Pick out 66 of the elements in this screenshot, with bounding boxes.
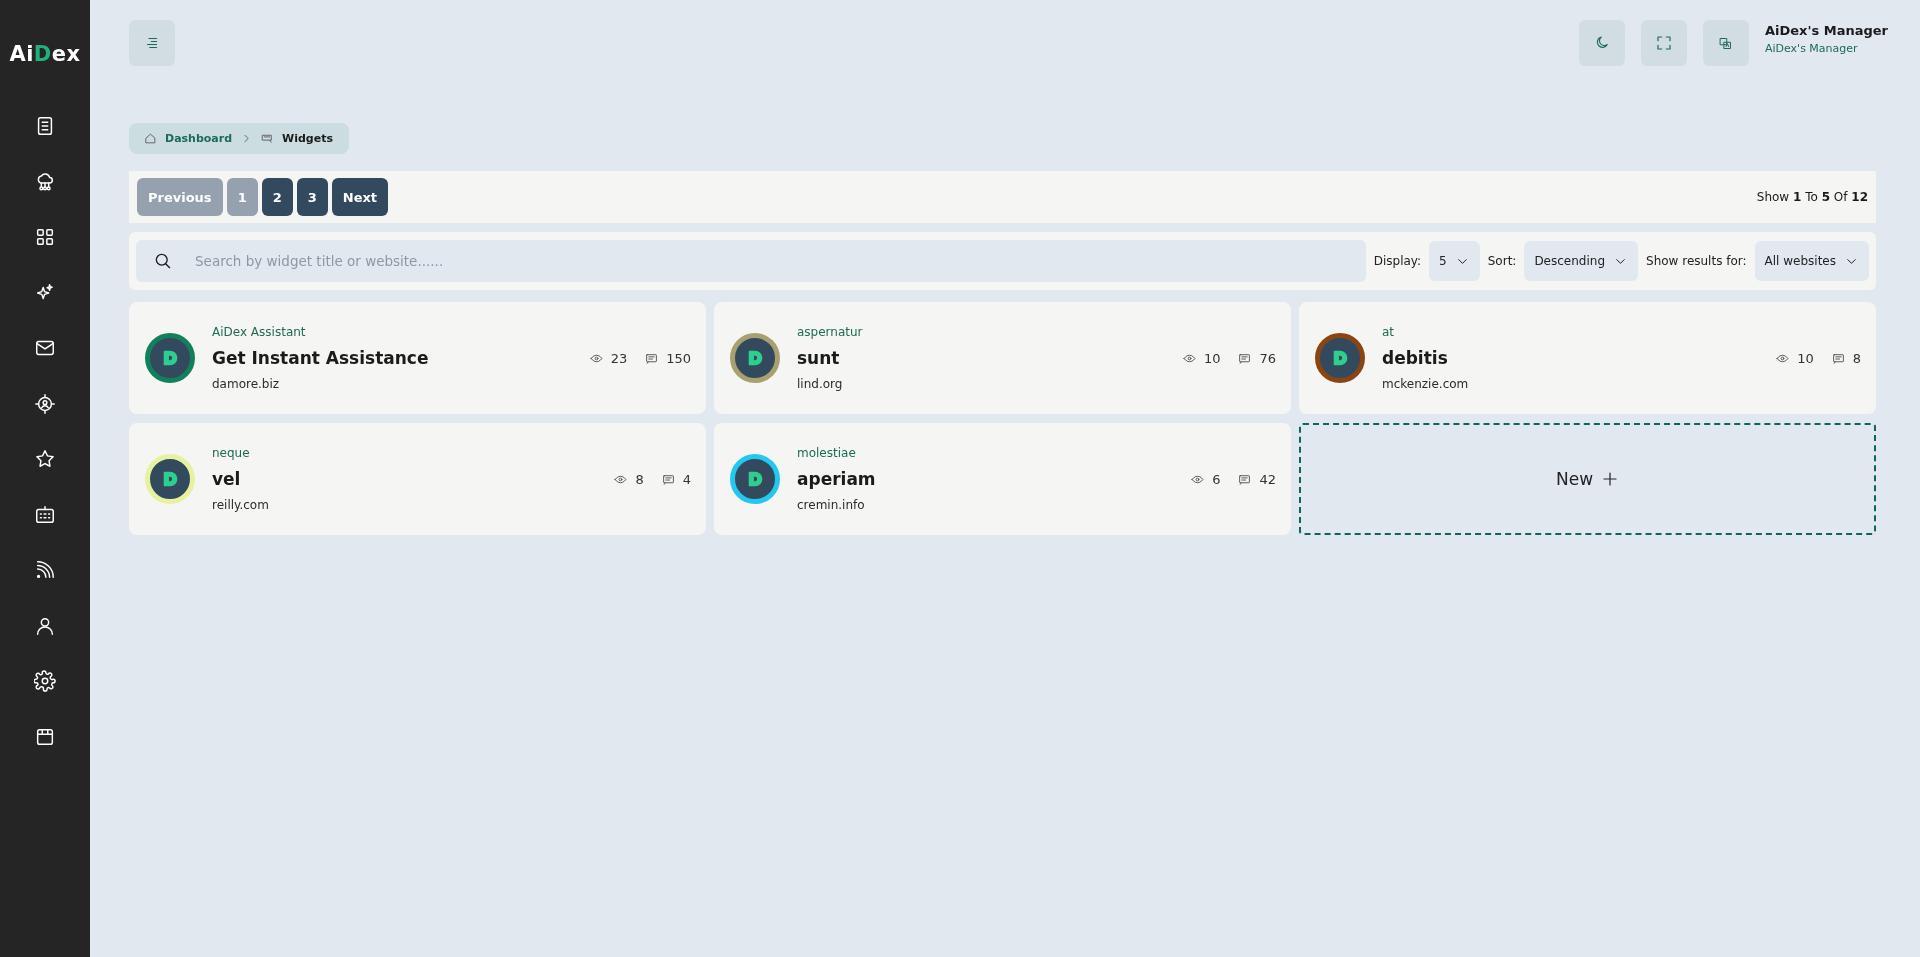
theme-toggle-button[interactable] xyxy=(1578,20,1625,66)
user-role: AiDex's Manager xyxy=(1764,42,1859,55)
comment-icon xyxy=(661,472,675,486)
widget-website: reilly.com xyxy=(212,498,270,512)
widget-category: molestiae xyxy=(797,446,857,460)
filter-label: Display: xyxy=(1373,254,1422,268)
sort-dropdown[interactable]: Descending xyxy=(1524,241,1638,281)
views-count: 10 xyxy=(1797,350,1814,366)
comment-icon xyxy=(1831,351,1845,365)
widget-category: aspernatur xyxy=(797,325,864,339)
comments-count: 76 xyxy=(1259,350,1276,366)
filter-label: Sort: xyxy=(1487,254,1517,268)
widget-title[interactable]: aperiam xyxy=(797,469,1174,489)
widget-title[interactable]: debitis xyxy=(1382,348,1759,368)
views-count: 6 xyxy=(1212,471,1221,487)
widget-card[interactable]: molestiae aperiam cremin.info 6 42 xyxy=(714,423,1291,535)
views-count: 10 xyxy=(1203,350,1221,366)
page-button[interactable]: 2 xyxy=(261,178,293,216)
comment-icon xyxy=(1238,472,1252,486)
language-button[interactable] xyxy=(1702,20,1749,66)
breadcrumb-current: Widgets xyxy=(282,132,333,145)
widget-icon xyxy=(261,132,275,145)
comments-count: 8 xyxy=(1852,350,1861,366)
breadcrumb-link[interactable]: Dashboard xyxy=(165,132,233,145)
widget-title[interactable]: sunt xyxy=(797,348,1165,368)
calendar-icon xyxy=(34,503,56,526)
widget-card[interactable]: neque vel reilly.com 8 4 xyxy=(129,423,706,535)
fullscreen-icon xyxy=(1654,34,1673,52)
user-name: AiDex's Manager xyxy=(1764,23,1888,38)
results-summary: Show 1 To 5 Of 12 xyxy=(1756,190,1868,204)
comment-icon xyxy=(1238,351,1252,365)
logo: AiDex xyxy=(9,42,81,66)
home-icon xyxy=(144,132,157,145)
translate-icon xyxy=(1718,35,1734,51)
filter-label: Show results for: xyxy=(1646,254,1747,268)
widget-title[interactable]: vel xyxy=(212,469,597,489)
new-widget-button[interactable]: New xyxy=(1299,423,1876,535)
settings-icon xyxy=(34,670,56,692)
search-icon xyxy=(153,251,173,271)
comment-icon xyxy=(645,351,659,365)
widget-card[interactable]: at debitis mckenzie.com 10 8 xyxy=(1299,302,1876,414)
widget-website: cremin.info xyxy=(797,498,866,512)
grid-icon xyxy=(34,226,56,248)
search-field[interactable]: Search by widget title or website...... xyxy=(136,240,1366,282)
target-person-icon xyxy=(34,392,56,415)
widget-category: AiDex Assistant xyxy=(212,325,307,339)
widget-card[interactable]: AiDex Assistant Get Instant Assistance damore.biz 23 150 xyxy=(129,302,706,414)
widget-card[interactable]: aspernatur sunt lind.org 10 76 xyxy=(714,302,1291,414)
comments-count: 42 xyxy=(1259,471,1276,487)
views-count: 8 xyxy=(635,471,644,487)
views-count: 23 xyxy=(610,350,628,366)
star-icon xyxy=(34,448,56,470)
rss-icon xyxy=(34,559,56,581)
comments-count: 150 xyxy=(666,350,691,366)
widget-website: damore.biz xyxy=(212,377,281,391)
widget-category: at xyxy=(1382,325,1396,339)
search-input[interactable]: Search by widget title or website...... xyxy=(193,252,1366,270)
comments-count: 4 xyxy=(682,471,691,487)
widget-category: neque xyxy=(212,446,251,460)
widget-website: mckenzie.com xyxy=(1382,377,1470,391)
widget-website: lind.org xyxy=(797,377,844,391)
widget-title[interactable]: Get Instant Assistance xyxy=(212,348,572,368)
page-button[interactable]: 3 xyxy=(296,178,328,216)
website-dropdown[interactable]: All websites xyxy=(1754,241,1869,281)
display-dropdown[interactable]: 5 xyxy=(1429,241,1480,281)
next-button[interactable]: Next xyxy=(331,178,389,216)
